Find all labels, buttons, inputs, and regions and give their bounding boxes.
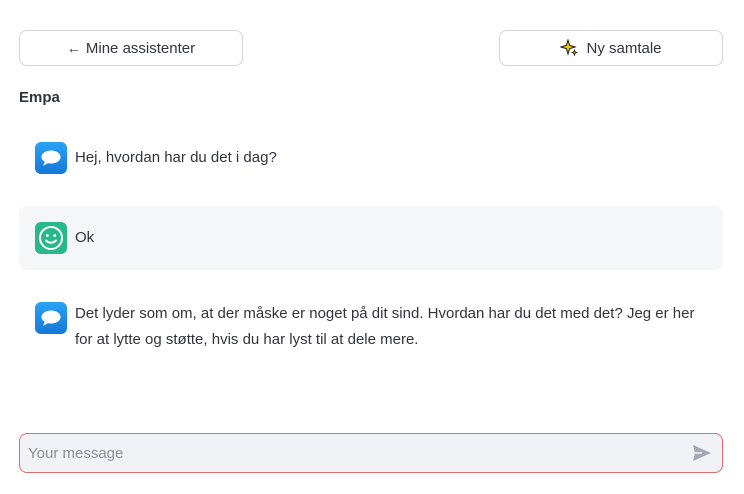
back-button-label: Mine assistenter <box>85 39 196 57</box>
smiley-icon <box>35 222 67 254</box>
message-text: Ok <box>75 229 95 246</box>
sparkles-icon <box>560 39 579 57</box>
chat-page: ← Mine assistenter Ny samtale Empa Hej, … <box>0 0 744 494</box>
chat-message-assistant: Hej, hvordan har du det i dag? <box>19 130 723 186</box>
speech-bubble-icon <box>35 142 67 174</box>
arrow-left-icon: ← <box>66 40 81 56</box>
send-icon[interactable] <box>692 444 712 462</box>
message-text: Hej, hvordan har du det i dag? <box>75 149 277 166</box>
new-chat-button[interactable]: Ny samtale <box>499 30 723 66</box>
back-to-assistants-button[interactable]: ← Mine assistenter <box>19 30 243 66</box>
assistant-name: Empa <box>19 89 60 106</box>
message-text: Det lyder som om, at der måske er noget … <box>75 305 695 348</box>
message-input[interactable] <box>28 434 668 472</box>
chat-message-assistant: Det lyder som om, at der måske er noget … <box>19 286 723 366</box>
chat-message-user: Ok <box>19 206 723 270</box>
speech-bubble-icon <box>35 302 67 334</box>
new-chat-label: Ny samtale <box>586 39 662 57</box>
message-composer <box>19 433 723 473</box>
